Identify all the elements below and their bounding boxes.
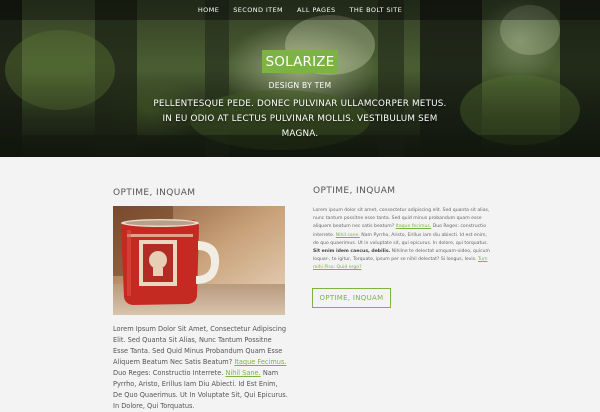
- right-section-heading: OPTIME, INQUAM: [313, 186, 396, 196]
- left-body-text: Lorem Ipsum Dolor Sit Amet, Consectetur …: [113, 324, 288, 412]
- nav-item-second-item[interactable]: SECOND ITEM: [233, 6, 283, 14]
- right-link-nihil-sane[interactable]: Nihil sane.: [336, 233, 360, 238]
- right-bold-text: Sit enim idem caecus, debilis.: [313, 249, 391, 255]
- left-section-heading: OPTIME, INQUAM: [113, 188, 196, 198]
- mug-image: [113, 206, 285, 315]
- hero-banner: HOME SECOND ITEM ALL PAGES THE BOLT SITE…: [0, 0, 600, 157]
- nav-item-home[interactable]: HOME: [198, 6, 219, 14]
- site-title-logo[interactable]: SOLARIZE: [262, 50, 338, 73]
- left-link-nihil-sane[interactable]: Nihil Sane.: [225, 369, 260, 377]
- nav-item-the-bolt-site[interactable]: THE BOLT SITE: [350, 6, 403, 14]
- left-link-itaque-fecimus[interactable]: Itaque Fecimus.: [234, 358, 286, 366]
- left-body-part-2: Duo Reges: Constructio Interrete.: [113, 369, 226, 377]
- right-body-text: Lorem ipsum dolor sit amet, consectetur …: [313, 207, 491, 273]
- mug-photo: [113, 206, 285, 315]
- right-link-itaque-fecimus[interactable]: Itaque fecimus.: [396, 224, 432, 229]
- nav-item-all-pages[interactable]: ALL PAGES: [297, 6, 335, 14]
- read-more-button[interactable]: OPTIME, INQUAM: [312, 288, 391, 308]
- top-navigation: HOME SECOND ITEM ALL PAGES THE BOLT SITE: [0, 0, 600, 20]
- hero-intro-text: PELLENTESQUE PEDE. DONEC PULVINAR ULLAMC…: [153, 99, 447, 139]
- site-tagline: DESIGN BY TEM: [268, 81, 332, 90]
